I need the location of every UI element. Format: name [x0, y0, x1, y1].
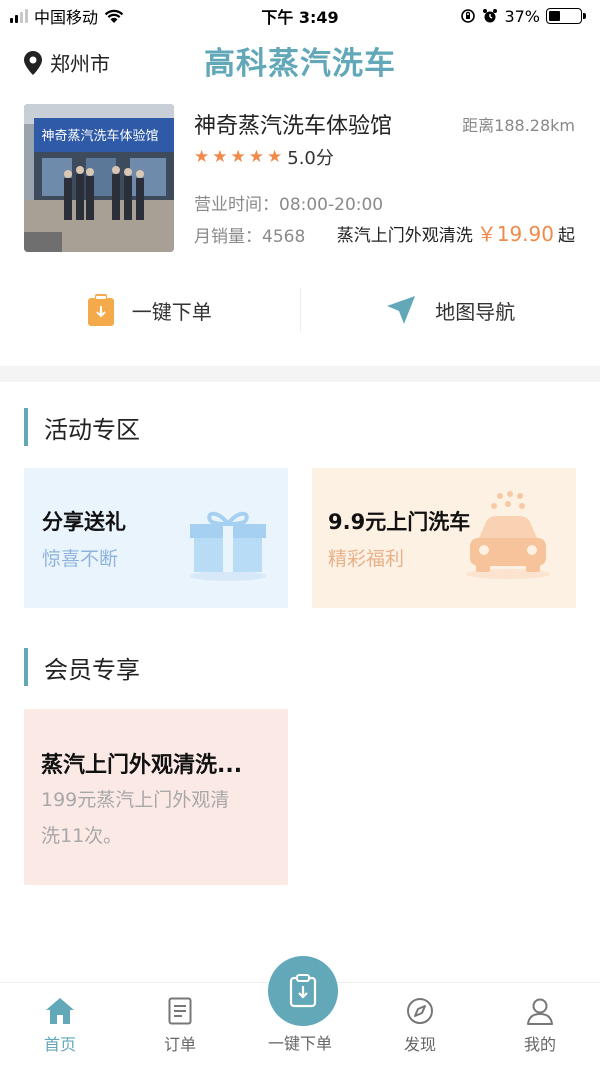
carrier-label: 中国移动	[34, 8, 99, 27]
car-wash-icon	[466, 491, 550, 579]
compass-icon	[407, 998, 433, 1024]
member-package-desc-line1: 199元蒸汽上门外观清	[41, 789, 230, 811]
tab-discover[interactable]: 发现	[360, 983, 480, 1067]
map-navigation-button[interactable]: 地图导航	[301, 280, 600, 340]
orders-document-icon	[168, 997, 192, 1025]
map-navigation-label: 地图导航	[435, 299, 516, 324]
car-wash-promo-tile[interactable]: 9.9元上门洗车 精彩福利	[312, 468, 576, 608]
member-package-card[interactable]: 蒸汽上门外观清洗... 199元蒸汽上门外观清 洗11次。	[24, 709, 288, 885]
app-title: 高科蒸汽洗车	[204, 46, 396, 82]
shop-photo: 神奇蒸汽洗车体验馆	[24, 104, 174, 252]
navigation-arrow-icon	[387, 296, 416, 324]
tab-mine-label: 我的	[523, 1035, 556, 1054]
shop-rating: ★ ★ ★ ★ ★ 5.0分	[194, 144, 334, 170]
tab-orders-label: 订单	[163, 1035, 196, 1054]
status-left: 中国移动	[10, 4, 124, 28]
member-section-header: 会员专享	[24, 648, 140, 686]
order-clipboard-icon	[87, 294, 114, 326]
quick-order-button[interactable]: 一键下单	[0, 280, 300, 340]
battery-fill	[549, 11, 561, 21]
share-gift-subtitle: 惊喜不断	[42, 548, 119, 570]
star-icon: ★	[230, 146, 246, 167]
member-package-title: 蒸汽上门外观清洗...	[41, 753, 243, 778]
tab-orders[interactable]: 订单	[120, 983, 240, 1067]
star-icon: ★	[212, 146, 228, 167]
service-promo[interactable]: 蒸汽上门外观清洗 ￥19.90 起	[337, 218, 575, 247]
quick-order-fab[interactable]	[268, 956, 338, 1026]
activity-section-header: 活动专区	[24, 408, 140, 446]
battery-icon	[546, 8, 586, 24]
member-section-title: 会员专享	[44, 655, 140, 684]
status-bar: 中国移动 下午 3:49 37%	[0, 0, 600, 32]
star-icon: ★	[267, 146, 283, 167]
share-gift-tile[interactable]: 分享送礼 惊喜不断	[24, 468, 288, 608]
user-profile-icon	[527, 998, 553, 1025]
shop-card[interactable]: 神奇蒸汽洗车体验馆 神奇蒸汽洗车体验馆 距离188.28km ★ ★ ★ ★ ★…	[0, 100, 600, 362]
tab-home[interactable]: 首页	[0, 983, 120, 1067]
tab-mine[interactable]: 我的	[480, 983, 600, 1067]
quick-order-clipboard-icon	[289, 974, 317, 1008]
battery-percent: 37%	[504, 6, 540, 26]
wifi-icon	[104, 9, 124, 23]
section-accent-bar	[24, 408, 28, 446]
share-gift-title: 分享送礼	[42, 510, 126, 534]
car-wash-promo-title: 9.9元上门洗车	[328, 510, 471, 534]
monthly-sales: 月销量：4568	[194, 227, 306, 247]
status-right: 37%	[460, 6, 586, 26]
section-divider	[0, 366, 600, 382]
business-hours: 营业时间：08:00-20:00	[194, 195, 384, 215]
car-wash-promo-subtitle: 精彩福利	[328, 548, 405, 570]
shop-distance: 距离188.28km	[462, 116, 575, 135]
rating-value: 5.0分	[287, 148, 334, 169]
activity-section-title: 活动专区	[44, 415, 140, 444]
star-icon: ★	[248, 146, 264, 167]
shop-photo-image: 神奇蒸汽洗车体验馆	[24, 104, 174, 252]
signal-icon	[10, 9, 28, 23]
alarm-icon	[483, 9, 498, 23]
quick-order-label: 一键下单	[131, 299, 212, 324]
tab-quick-order-label[interactable]: 一键下单	[268, 1034, 332, 1053]
price-suffix: 起	[558, 226, 575, 246]
member-package-desc-line2: 洗11次。	[41, 825, 123, 847]
gift-box-icon	[190, 511, 266, 581]
shop-sign-text: 神奇蒸汽洗车体验馆	[41, 128, 158, 144]
rotation-lock-icon	[461, 9, 476, 23]
shop-actions: 一键下单 地图导航	[0, 280, 600, 340]
tab-home-label: 首页	[43, 1035, 76, 1054]
app-header: 郑州市 高科蒸汽洗车	[0, 32, 600, 92]
shop-name: 神奇蒸汽洗车体验馆	[194, 114, 393, 139]
home-icon	[46, 998, 74, 1024]
section-accent-bar	[24, 648, 28, 686]
service-name: 蒸汽上门外观清洗	[336, 226, 473, 246]
tab-discover-label: 发现	[403, 1035, 436, 1054]
star-icon: ★	[194, 146, 210, 167]
service-price: ￥19.90	[476, 222, 554, 246]
